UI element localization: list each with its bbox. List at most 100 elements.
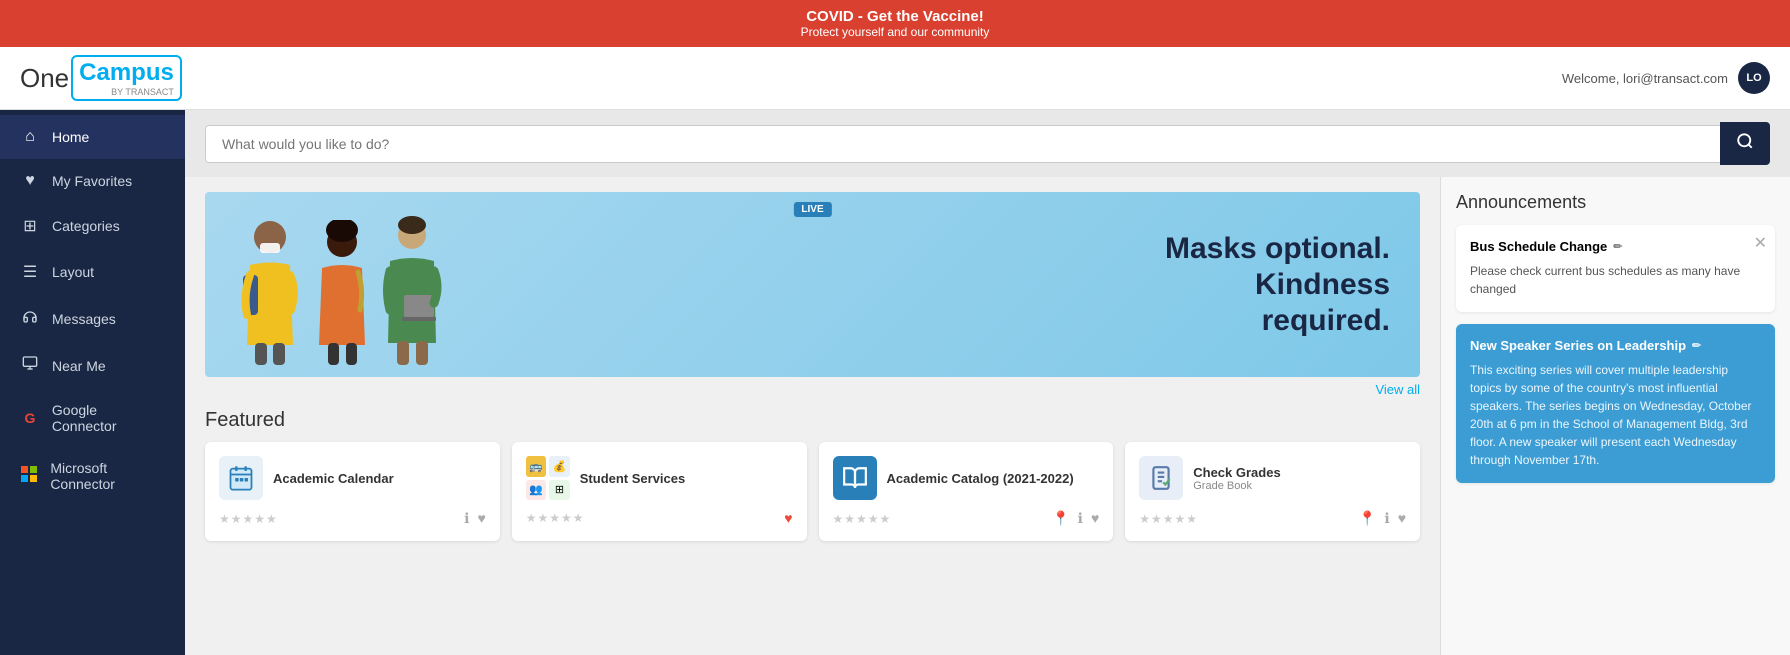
favorite-icon-4[interactable]: ♥ — [1398, 510, 1406, 527]
close-button-bus[interactable]: ✕ — [1754, 233, 1767, 253]
card-actions-4: 📍 ℹ ♥ — [1359, 510, 1406, 527]
ss-icon-people: 👥 — [526, 480, 547, 501]
edit-icon-speaker[interactable]: ✏ — [1692, 339, 1701, 352]
card-bottom-4: ★★★★★ 📍 ℹ ♥ — [1139, 510, 1406, 527]
content-area: Masks optional. Kindness required. LIVE … — [185, 110, 1790, 655]
stars-3: ★★★★★ — [833, 512, 892, 526]
sidebar-item-home[interactable]: ⌂ Home — [0, 115, 185, 159]
stars-1: ★★★★★ — [219, 512, 278, 526]
hero-line3: required. — [445, 303, 1390, 339]
featured-card-academic-catalog[interactable]: Academic Catalog (2021-2022) ★★★★★ 📍 ℹ ♥ — [819, 442, 1114, 541]
favorite-icon-2[interactable]: ♥ — [784, 510, 792, 526]
banner-subtitle: Protect yourself and our community — [0, 25, 1790, 39]
ss-icon-grid: ⊞ — [549, 480, 570, 501]
card-top-academic-catalog: Academic Catalog (2021-2022) — [833, 456, 1100, 500]
book-icon — [833, 456, 877, 500]
right-panel: Announcements ✕ Bus Schedule Change ✏ Pl… — [1440, 177, 1790, 655]
logo-one: One — [20, 63, 69, 94]
hero-person-3 — [380, 215, 445, 365]
sidebar-item-microsoft-connector[interactable]: Microsoft Connector — [0, 447, 185, 505]
card-name-academic-catalog: Academic Catalog (2021-2022) — [887, 471, 1074, 486]
search-input[interactable] — [205, 125, 1720, 163]
calendar-svg — [227, 464, 255, 492]
favorite-icon-1[interactable]: ♥ — [477, 510, 485, 527]
featured-card-check-grades[interactable]: Check Grades Grade Book ★★★★★ 📍 ℹ ♥ — [1125, 442, 1420, 541]
sidebar-item-messages[interactable]: Messages — [0, 295, 185, 342]
book-svg — [842, 465, 868, 491]
hero-banner: Masks optional. Kindness required. LIVE — [205, 192, 1420, 377]
sidebar-label-layout: Layout — [52, 264, 94, 280]
header: One Campus BY TRANSACT Welcome, lori@tra… — [0, 47, 1790, 110]
card-name-check-grades: Check Grades Grade Book — [1193, 465, 1280, 492]
announcement-card-bus-schedule: ✕ Bus Schedule Change ✏ Please check cur… — [1456, 225, 1775, 312]
messages-icon — [20, 308, 40, 329]
card-bottom-1: ★★★★★ ℹ ♥ — [219, 510, 486, 527]
hero-figures — [235, 205, 445, 365]
card-actions-2: ♥ — [784, 510, 792, 526]
logo-campus-text: Campus — [79, 59, 174, 86]
favorite-icon-3[interactable]: ♥ — [1091, 510, 1099, 527]
featured-title: Featured — [205, 409, 1420, 432]
card-name-academic-calendar: Academic Calendar — [273, 471, 394, 486]
info-icon-1[interactable]: ℹ — [464, 510, 469, 527]
layout-icon: ☰ — [20, 262, 40, 282]
sidebar-label-messages: Messages — [52, 311, 116, 327]
avatar[interactable]: LO — [1738, 62, 1770, 94]
card-actions-1: ℹ ♥ — [464, 510, 486, 527]
featured-card-academic-calendar[interactable]: Academic Calendar ★★★★★ ℹ ♥ — [205, 442, 500, 541]
hero-person-2 — [310, 220, 375, 365]
live-badge: LIVE — [793, 202, 831, 217]
card-bottom-2: ★★★★★ ♥ — [526, 510, 793, 526]
search-button[interactable] — [1720, 122, 1770, 165]
search-icon — [1736, 132, 1754, 150]
ann-title-speaker: New Speaker Series on Leadership ✏ — [1470, 338, 1761, 353]
sidebar-label-microsoft: Microsoft Connector — [50, 460, 165, 492]
ss-icon-finance: 💰 — [549, 456, 570, 477]
hero-text: Masks optional. Kindness required. — [445, 231, 1390, 339]
hero-person-1 — [235, 215, 305, 365]
sidebar-label-home: Home — [52, 129, 89, 145]
sidebar-item-google-connector[interactable]: G Google Connector — [0, 389, 185, 447]
ss-icon-bus: 🚌 — [526, 456, 547, 477]
card-top-student-services: 🚌 💰 👥 ⊞ Student Services — [526, 456, 793, 500]
ann-text-bus: Please check current bus schedules as ma… — [1470, 262, 1761, 298]
featured-card-student-services[interactable]: 🚌 💰 👥 ⊞ Student Services ★★★★★ — [512, 442, 807, 541]
card-actions-3: 📍 ℹ ♥ — [1052, 510, 1099, 527]
sidebar: ⌂ Home ♥ My Favorites ⊞ Categories ☰ Lay… — [0, 110, 185, 655]
info-icon-3[interactable]: ℹ — [1078, 510, 1083, 527]
grades-svg — [1148, 465, 1174, 491]
featured-grid: Academic Calendar ★★★★★ ℹ ♥ — [205, 442, 1420, 541]
header-right: Welcome, lori@transact.com LO — [1562, 62, 1770, 94]
view-all-link[interactable]: View all — [205, 382, 1420, 397]
card-top-academic-calendar: Academic Calendar — [219, 456, 486, 500]
microsoft-icon — [20, 466, 38, 487]
ann-text-speaker: This exciting series will cover multiple… — [1470, 361, 1761, 469]
sidebar-item-near-me[interactable]: Near Me — [0, 342, 185, 389]
content-body: Masks optional. Kindness required. LIVE … — [185, 177, 1790, 655]
sidebar-item-layout[interactable]: ☰ Layout — [0, 249, 185, 295]
stars-4: ★★★★★ — [1139, 512, 1198, 526]
hero-line2: Kindness — [445, 267, 1390, 303]
hero-line1: Masks optional. — [445, 231, 1390, 267]
top-banner: COVID - Get the Vaccine! Protect yoursel… — [0, 0, 1790, 47]
google-icon: G — [20, 410, 40, 426]
heart-icon: ♥ — [20, 172, 40, 190]
location-icon-3[interactable]: 📍 — [1052, 510, 1069, 527]
ann-title-bus: Bus Schedule Change ✏ — [1470, 239, 1761, 254]
near-me-icon — [20, 355, 40, 376]
sidebar-item-my-favorites[interactable]: ♥ My Favorites — [0, 159, 185, 203]
grades-icon — [1139, 456, 1183, 500]
card-top-check-grades: Check Grades Grade Book — [1139, 456, 1406, 500]
sidebar-item-categories[interactable]: ⊞ Categories — [0, 203, 185, 249]
avatar-initials: LO — [1746, 72, 1761, 84]
info-icon-4[interactable]: ℹ — [1384, 510, 1389, 527]
logo[interactable]: One Campus BY TRANSACT — [20, 55, 182, 101]
sidebar-label-near-me: Near Me — [52, 358, 106, 374]
sidebar-label-favorites: My Favorites — [52, 173, 132, 189]
card-name-student-services: Student Services — [580, 471, 686, 486]
edit-icon-bus[interactable]: ✏ — [1613, 240, 1622, 253]
sidebar-label-categories: Categories — [52, 218, 120, 234]
search-area — [185, 110, 1790, 177]
calendar-icon — [219, 456, 263, 500]
location-icon-4[interactable]: 📍 — [1359, 510, 1376, 527]
